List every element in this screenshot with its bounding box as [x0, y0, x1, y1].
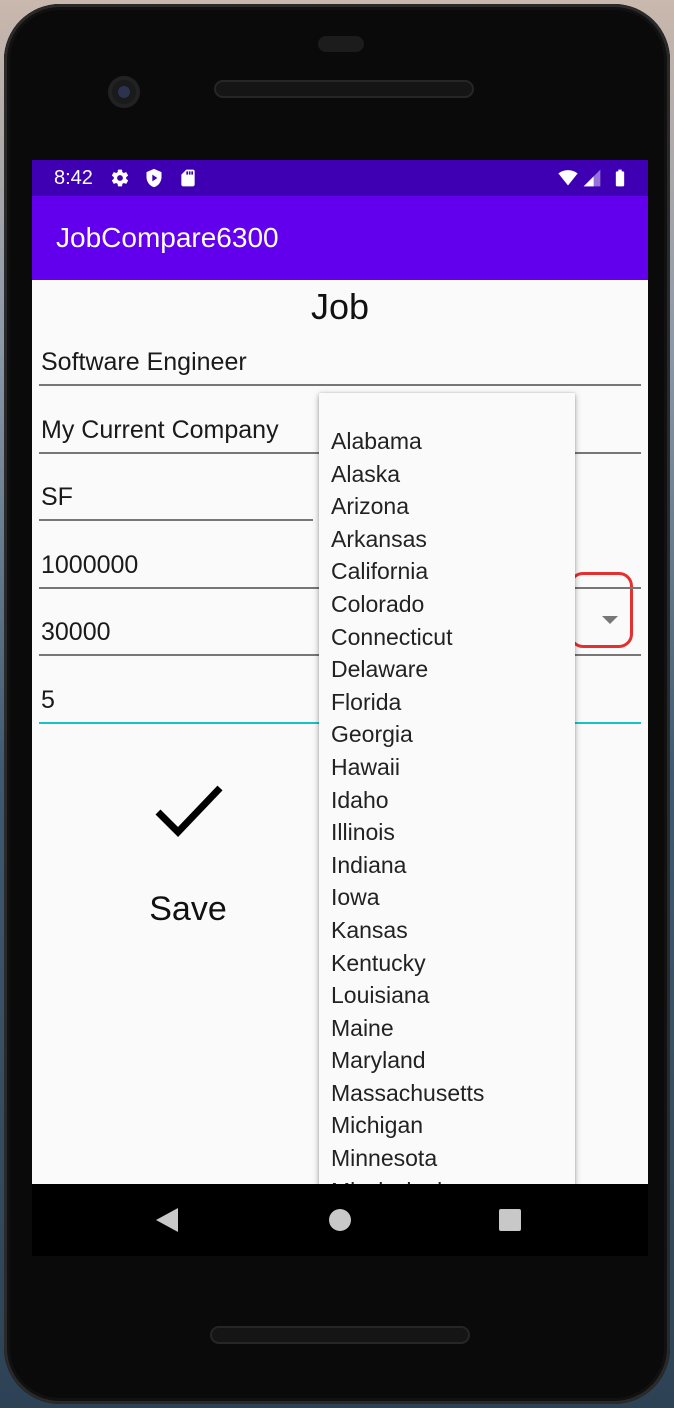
- state-option[interactable]: Iowa: [319, 881, 575, 914]
- state-option-list: Alabama Alaska Arizona Arkansas Californ…: [319, 425, 575, 1184]
- front-camera: [108, 76, 140, 108]
- earpiece: [318, 36, 364, 52]
- state-option[interactable]: Colorado: [319, 588, 575, 621]
- state-dropdown-popup[interactable]: Alabama Alaska Arizona Arkansas Californ…: [319, 393, 575, 1184]
- back-icon[interactable]: [156, 1208, 178, 1232]
- status-bar: 8:42: [32, 160, 648, 196]
- state-option[interactable]: Kansas: [319, 914, 575, 947]
- state-option[interactable]: Hawaii: [319, 751, 575, 784]
- app-bar: JobCompare6300: [32, 196, 648, 280]
- bottom-speaker: [210, 1326, 470, 1344]
- checkmark-icon: [155, 785, 223, 838]
- state-option[interactable]: Kentucky: [319, 947, 575, 980]
- state-option[interactable]: Georgia: [319, 718, 575, 751]
- state-option[interactable]: California: [319, 555, 575, 588]
- home-icon[interactable]: [329, 1209, 351, 1231]
- state-option[interactable]: Mississippi: [319, 1175, 575, 1184]
- save-button[interactable]: Save: [132, 780, 244, 960]
- city-input[interactable]: SF: [39, 477, 313, 521]
- state-option[interactable]: Maine: [319, 1012, 575, 1045]
- battery-icon: [615, 169, 625, 187]
- state-option[interactable]: Delaware: [319, 653, 575, 686]
- state-option[interactable]: Minnesota: [319, 1142, 575, 1175]
- page-title: Job: [310, 286, 370, 327]
- wifi-icon: [558, 170, 578, 186]
- recents-icon[interactable]: [499, 1209, 521, 1231]
- state-option[interactable]: Connecticut: [319, 621, 575, 654]
- shield-icon: [146, 168, 162, 188]
- screen: 8:42 JobCompare6300 Job Software Enginee…: [32, 160, 648, 1184]
- sd-card-icon: [181, 169, 195, 187]
- state-option[interactable]: Michigan: [319, 1109, 575, 1142]
- job-form: Job Software Engineer My Current Company…: [32, 280, 648, 1184]
- status-time: 8:42: [54, 167, 93, 189]
- state-option[interactable]: Maryland: [319, 1044, 575, 1077]
- signal-icon: [583, 169, 601, 187]
- app-title: JobCompare6300: [56, 222, 279, 253]
- gear-icon: [111, 169, 129, 187]
- state-option[interactable]: Florida: [319, 686, 575, 719]
- state-option[interactable]: Idaho: [319, 784, 575, 817]
- state-option[interactable]: Indiana: [319, 849, 575, 882]
- state-option[interactable]: Alaska: [319, 458, 575, 491]
- top-speaker: [214, 80, 474, 98]
- job-title-input[interactable]: Software Engineer: [39, 342, 641, 386]
- state-option[interactable]: Arkansas: [319, 523, 575, 556]
- state-option[interactable]: Louisiana: [319, 979, 575, 1012]
- state-option[interactable]: Illinois: [319, 816, 575, 849]
- state-option[interactable]: Massachusetts: [319, 1077, 575, 1110]
- state-option[interactable]: Arizona: [319, 490, 575, 523]
- save-label: Save: [149, 890, 227, 928]
- state-option[interactable]: Alabama: [319, 425, 575, 458]
- navigation-bar: [32, 1184, 648, 1256]
